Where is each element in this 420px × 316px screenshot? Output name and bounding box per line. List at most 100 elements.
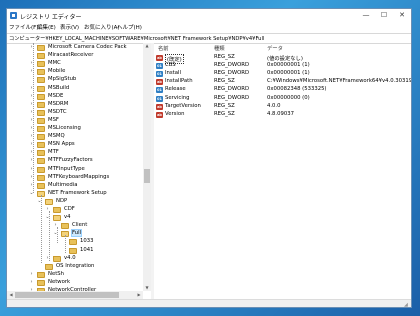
tree-item[interactable]: › v4.0	[7, 255, 143, 263]
string-value-icon: ab	[156, 111, 163, 118]
tree-item[interactable]: MiracastReceiver	[7, 52, 143, 60]
tree-item[interactable]: › Mobile	[7, 68, 143, 76]
tree-item-label: OS Integration	[56, 262, 95, 269]
tree-item[interactable]: › MSF	[7, 117, 143, 125]
tree-item[interactable]: › NetSh	[7, 271, 143, 279]
folder-icon	[37, 53, 45, 60]
folder-icon	[37, 93, 45, 100]
value-name: TargetVersion	[165, 102, 201, 109]
value-type: REG_SZ	[214, 110, 235, 117]
tree-item[interactable]: › MTFKeyboardMappings	[7, 174, 143, 182]
tree-item[interactable]: ⌄ v4	[7, 214, 143, 222]
tree-item[interactable]: ⌄ Full	[7, 229, 143, 238]
value-type: REG_SZ	[214, 54, 235, 60]
tree-item[interactable]: › Microsoft Camera Codec Pack	[7, 44, 143, 52]
tree-item[interactable]: 1041	[7, 247, 143, 255]
value-data: 4.0.0	[267, 102, 281, 109]
tree-horizontal-scroll-thumb[interactable]	[15, 292, 119, 298]
tree-item-label: Mobile	[48, 68, 66, 75]
menu-help[interactable]: ヘルプ(H)	[117, 23, 142, 31]
tree-item-label: MTF	[48, 149, 59, 156]
folder-icon	[45, 198, 53, 205]
folder-icon	[37, 150, 45, 157]
tree-vertical-scrollbar[interactable]: ▲ ▼	[143, 43, 151, 291]
dword-value-icon: 01	[156, 95, 163, 102]
resize-grip-icon[interactable]: ◢	[404, 302, 410, 307]
value-type: REG_DWORD	[214, 86, 250, 93]
tree-item[interactable]: › MSDRM	[7, 101, 143, 109]
value-data: 4.8.09037	[267, 110, 294, 117]
tree-item-label: MSDE	[48, 92, 64, 99]
tree-horizontal-scrollbar[interactable]: ◀ ▶	[7, 291, 143, 299]
folder-icon	[37, 174, 45, 181]
folder-icon	[37, 109, 45, 116]
maximize-button[interactable]: ☐	[375, 9, 393, 22]
title-bar[interactable]: レジストリ エディター — ☐ ✕	[7, 9, 411, 22]
folder-icon	[37, 271, 45, 278]
tree-item[interactable]: › MTF	[7, 149, 143, 157]
column-header-type[interactable]: 種類	[214, 44, 225, 52]
tree-item[interactable]: › Multimedia	[7, 182, 143, 190]
tree-item[interactable]: › MTFInputType	[7, 166, 143, 174]
folder-icon	[37, 158, 45, 165]
menu-edit[interactable]: 編集(E)	[37, 23, 56, 31]
value-row[interactable]: 01 Servicing REG_DWORD 0x00000000 (0)	[154, 95, 411, 103]
tree-item[interactable]: › MSMQ	[7, 133, 143, 141]
tree-item[interactable]: ⌄ NET Framework Setup	[7, 190, 143, 198]
value-row[interactable]: 01 Install REG_DWORD 0x00000001 (1)	[154, 70, 411, 78]
scroll-down-arrow-icon[interactable]: ▼	[143, 285, 151, 291]
scroll-up-arrow-icon[interactable]: ▲	[143, 43, 151, 49]
folder-icon	[53, 215, 61, 222]
tree-item-label: MSF	[48, 116, 59, 123]
menu-favorites[interactable]: お気に入り(A)	[84, 23, 120, 31]
menu-file[interactable]: ファイル(F)	[9, 23, 38, 31]
value-row[interactable]: ab InstallPath REG_SZ C:¥Windows¥Microsoft.…	[154, 78, 411, 86]
dword-value-icon: 01	[156, 87, 163, 94]
tree-item[interactable]: OS Integration	[7, 263, 143, 271]
tree-item[interactable]: ⌄ NDP	[7, 198, 143, 206]
tree-item[interactable]: › MSLicensing	[7, 125, 143, 133]
string-value-icon: ab	[156, 103, 163, 110]
tree-item[interactable]: › MMC	[7, 60, 143, 68]
tree-item[interactable]: › MSBuild	[7, 85, 143, 93]
value-type: REG_SZ	[214, 102, 235, 109]
folder-icon	[37, 134, 45, 141]
tree-item[interactable]: › CDF	[7, 206, 143, 214]
tree-item-label: MTFKeyboardMappings	[48, 173, 110, 180]
value-name: Servicing	[165, 94, 190, 101]
value-row[interactable]: 01 Release REG_DWORD 0x00082348 (533325)	[154, 86, 411, 94]
menu-view[interactable]: 表示(V)	[60, 23, 79, 31]
tree-item-label: NetSh	[48, 270, 65, 277]
tree-vertical-scroll-thumb[interactable]	[144, 169, 150, 183]
value-row[interactable]: ab TargetVersion REG_SZ 4.0.0	[154, 103, 411, 111]
close-button[interactable]: ✕	[393, 9, 411, 22]
tree-item[interactable]: › Network	[7, 279, 143, 287]
tree-item-label: Multimedia	[48, 181, 78, 188]
tree-item[interactable]: › MTFFuzzyFactors	[7, 157, 143, 165]
tree-item[interactable]: › MSDTC	[7, 109, 143, 117]
tree-item[interactable]: 1033	[7, 238, 143, 246]
tree-item[interactable]: › Client	[7, 222, 143, 230]
value-data: (値の設定なし)	[267, 56, 303, 62]
value-row[interactable]: ab Version REG_SZ 4.8.09037	[154, 111, 411, 119]
minimize-button[interactable]: —	[357, 9, 375, 22]
tree-item[interactable]: MpSigStub	[7, 76, 143, 84]
address-path[interactable]: コンピューター¥HKEY_LOCAL_MACHINE¥SOFTWARE¥Micr…	[9, 35, 264, 42]
column-header-data[interactable]: データ	[267, 44, 283, 52]
column-header-name[interactable]: 名前	[158, 44, 169, 52]
value-row[interactable]: ab (既定) REG_SZ (値の設定なし)	[154, 54, 411, 64]
tree-item[interactable]: › MSDE	[7, 93, 143, 101]
tree-item-label: MTFFuzzyFactors	[48, 157, 93, 164]
scroll-right-arrow-icon[interactable]: ▶	[135, 292, 143, 298]
value-type: REG_DWORD	[214, 94, 250, 101]
tree-connector-line	[57, 227, 58, 243]
scroll-left-arrow-icon[interactable]: ◀	[7, 292, 15, 298]
tree-item-label: Microsoft Camera Codec Pack	[48, 44, 127, 50]
tree-item-label: MSDTC	[48, 108, 67, 115]
tree-item[interactable]: › MSN Apps	[7, 141, 143, 149]
value-row[interactable]: 01 CBS REG_DWORD 0x00000001 (1)	[154, 62, 411, 70]
registry-editor-window: レジストリ エディター — ☐ ✕ ファイル(F) 編集(E) 表示(V) お気…	[6, 8, 412, 308]
expand-chevron-icon[interactable]: ›	[29, 279, 34, 285]
expand-chevron-icon[interactable]: ›	[29, 271, 34, 277]
folder-icon	[69, 239, 77, 246]
